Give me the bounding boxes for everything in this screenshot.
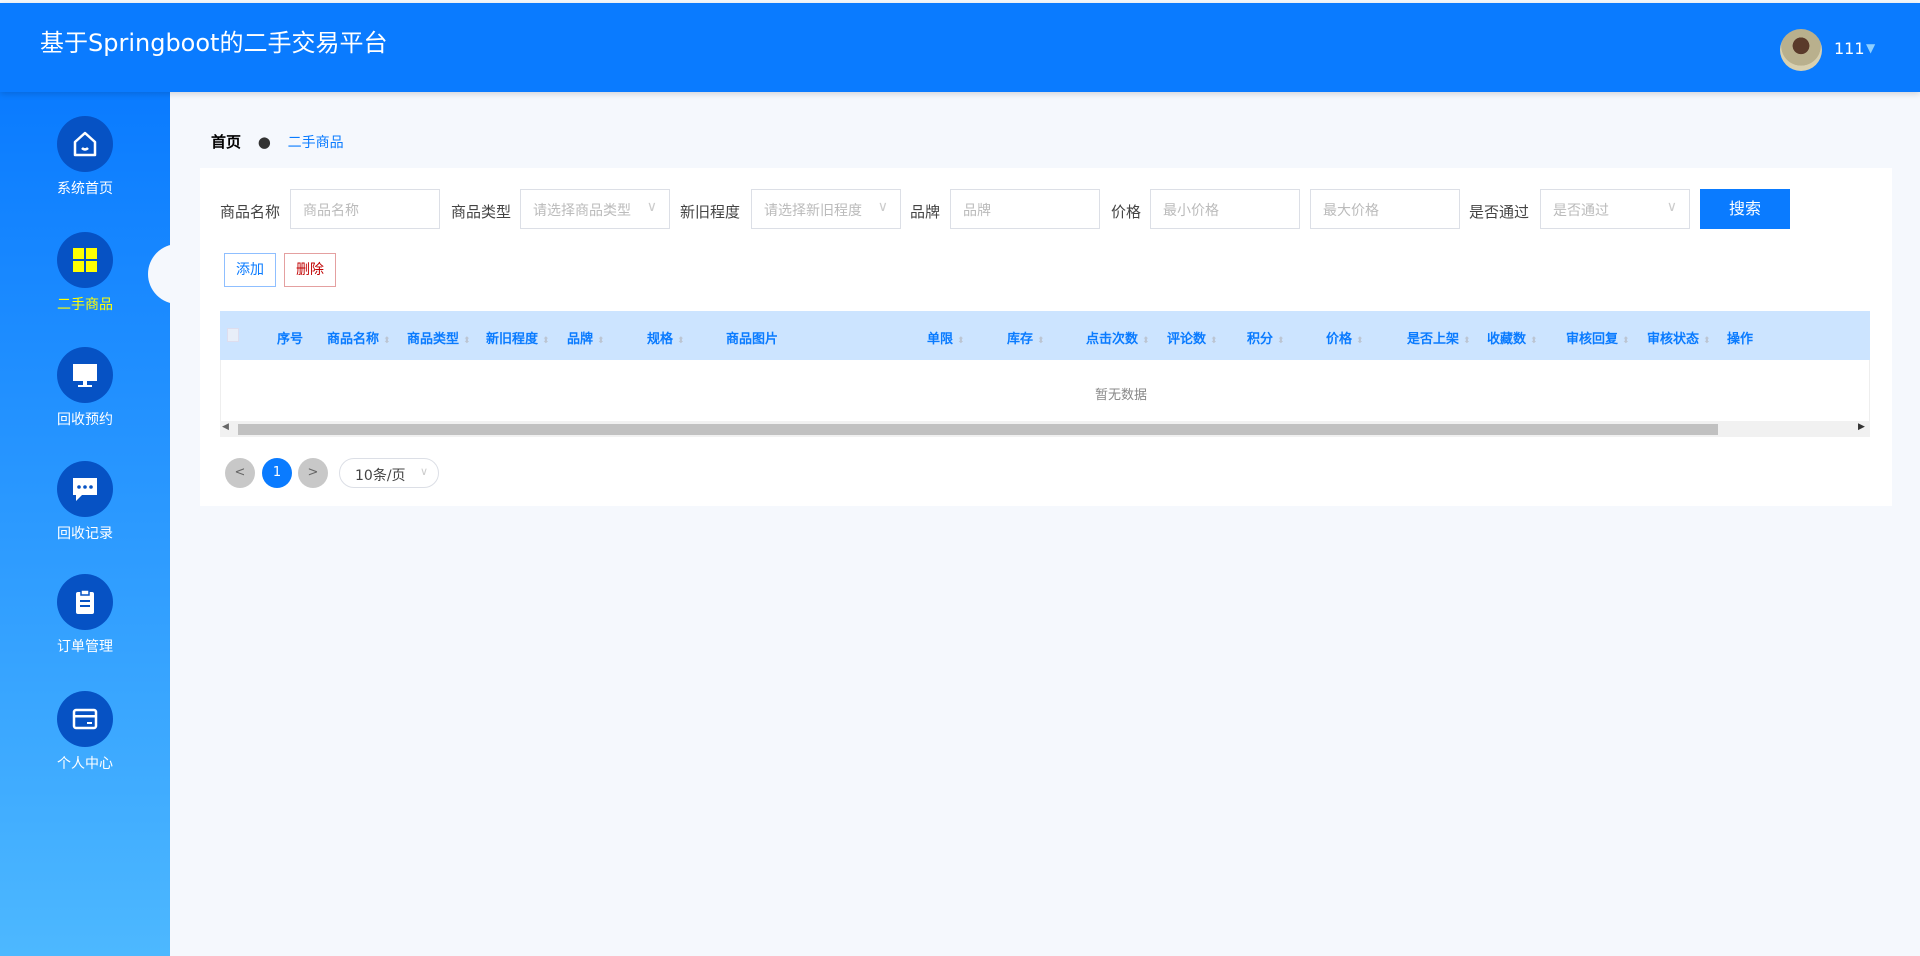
select-all-checkbox[interactable] [227, 328, 239, 342]
column-header[interactable]: 品牌 ⬍ [567, 328, 605, 347]
sidebar-item-label: 回收预约 [57, 412, 113, 428]
sidebar-item-home[interactable]: 系统首页 [0, 116, 170, 226]
sidebar-item-label: 回收记录 [57, 526, 113, 542]
search-button[interactable]: 搜索 [1700, 189, 1790, 229]
max-price-input[interactable]: 最大价格 [1310, 189, 1460, 229]
column-header[interactable]: 规格 ⬍ [647, 328, 685, 347]
column-header[interactable]: 商品名称 ⬍ [327, 328, 391, 347]
column-header: 操作 [1727, 332, 1754, 347]
column-header: 序号 [277, 332, 304, 347]
column-header[interactable]: 审核回复 ⬍ [1566, 328, 1630, 347]
price-label: 价格 [1111, 203, 1142, 221]
page-1-button[interactable]: 1 [262, 458, 292, 488]
column-header[interactable]: 积分 ⬍ [1247, 328, 1285, 347]
scroll-right-icon[interactable]: ▶ [1858, 422, 1865, 432]
brand-label: 品牌 [910, 203, 941, 221]
chat-icon [57, 461, 113, 517]
condition-placeholder: 请选择新旧程度 [764, 203, 862, 219]
sidebar-item-goods[interactable]: 二手商品 [0, 232, 170, 342]
page-size-select[interactable]: 10条/页 ∨ [339, 458, 439, 488]
sidebar-item-label: 系统首页 [57, 181, 113, 197]
type-select[interactable]: 请选择商品类型 ∨ [520, 189, 670, 229]
name-input[interactable]: 商品名称 [290, 189, 440, 229]
condition-label: 新旧程度 [680, 203, 741, 221]
sort-icon: ⬍ [957, 336, 965, 346]
grid-icon [57, 232, 113, 288]
sort-icon: ⬍ [1356, 336, 1364, 346]
breadcrumb: 首页 ● 二手商品 [211, 131, 344, 152]
chevron-down-icon: ∨ [877, 199, 888, 215]
username[interactable]: 111 [1834, 39, 1865, 58]
column-header[interactable]: 收藏数 ⬍ [1487, 328, 1538, 347]
breadcrumb-current: 二手商品 [287, 135, 344, 151]
sort-icon: ⬍ [463, 336, 471, 346]
scrollbar-thumb[interactable] [238, 424, 1718, 435]
app-title: 基于Springboot的二手交易平台 [40, 29, 388, 57]
sidebar-item-recycle-booking[interactable]: 回收预约 [0, 347, 170, 457]
sort-icon: ⬍ [542, 336, 550, 346]
column-header[interactable]: 点击次数 ⬍ [1086, 328, 1150, 347]
sidebar-item-label: 个人中心 [57, 756, 113, 772]
monitor-icon [57, 347, 113, 403]
empty-text: 暂无数据 [1095, 388, 1148, 403]
prev-page-button[interactable]: < [225, 458, 255, 488]
condition-select[interactable]: 请选择新旧程度 ∨ [751, 189, 901, 229]
sidebar-item-profile[interactable]: 个人中心 [0, 691, 170, 801]
approved-select[interactable]: 是否通过 ∨ [1540, 189, 1690, 229]
breadcrumb-separator: ● [257, 133, 271, 151]
column-header: 商品图片 [726, 332, 779, 347]
sort-icon: ⬍ [1142, 336, 1150, 346]
column-header[interactable]: 价格 ⬍ [1326, 328, 1364, 347]
column-header[interactable]: 库存 ⬍ [1007, 328, 1045, 347]
sidebar: 系统首页 二手商品 回收预约 回收记录 订单管理 个人中心 [0, 92, 170, 956]
sort-icon: ⬍ [1463, 336, 1471, 346]
column-header[interactable]: 商品类型 ⬍ [407, 328, 471, 347]
sort-icon: ⬍ [383, 336, 391, 346]
table-body [220, 360, 1870, 421]
caret-down-icon[interactable]: ▼ [1866, 41, 1875, 55]
type-label: 商品类型 [451, 203, 512, 221]
name-label: 商品名称 [220, 203, 281, 221]
column-header[interactable]: 是否上架 ⬍ [1407, 328, 1471, 347]
sort-icon: ⬍ [1277, 336, 1285, 346]
sort-icon: ⬍ [1037, 336, 1045, 346]
type-placeholder: 请选择商品类型 [533, 203, 631, 219]
next-page-button[interactable]: > [298, 458, 328, 488]
page-size-value: 10条/页 [355, 468, 406, 484]
sort-icon: ⬍ [677, 336, 685, 346]
chevron-down-icon: ∨ [1666, 199, 1677, 215]
min-price-input[interactable]: 最小价格 [1150, 189, 1300, 229]
chevron-down-icon: ∨ [646, 199, 657, 215]
column-header[interactable]: 评论数 ⬍ [1167, 328, 1218, 347]
sort-icon: ⬍ [1622, 336, 1630, 346]
brand-input[interactable]: 品牌 [950, 189, 1100, 229]
column-header[interactable]: 新旧程度 ⬍ [486, 328, 550, 347]
sort-icon: ⬍ [1703, 336, 1711, 346]
sidebar-item-label: 二手商品 [57, 297, 113, 313]
column-header[interactable]: 审核状态 ⬍ [1647, 328, 1711, 347]
sort-icon: ⬍ [1530, 336, 1538, 346]
top-header: 基于Springboot的二手交易平台 111 ▼ [0, 3, 1920, 92]
breadcrumb-home[interactable]: 首页 [211, 133, 241, 151]
sidebar-item-recycle-records[interactable]: 回收记录 [0, 461, 170, 571]
approved-label: 是否通过 [1469, 203, 1530, 221]
chevron-down-icon: ∨ [419, 465, 428, 478]
sidebar-item-label: 订单管理 [57, 639, 113, 655]
clipboard-icon [57, 574, 113, 630]
sort-icon: ⬍ [1210, 336, 1218, 346]
home-icon [57, 116, 113, 172]
card-icon [57, 691, 113, 747]
add-button[interactable]: 添加 [224, 253, 276, 287]
sidebar-item-orders[interactable]: 订单管理 [0, 574, 170, 684]
delete-button[interactable]: 删除 [284, 253, 336, 287]
scroll-left-icon[interactable]: ◀ [222, 422, 229, 432]
sort-icon: ⬍ [597, 336, 605, 346]
avatar[interactable] [1780, 29, 1822, 71]
column-header[interactable]: 单限 ⬍ [927, 328, 965, 347]
approved-placeholder: 是否通过 [1553, 203, 1609, 219]
